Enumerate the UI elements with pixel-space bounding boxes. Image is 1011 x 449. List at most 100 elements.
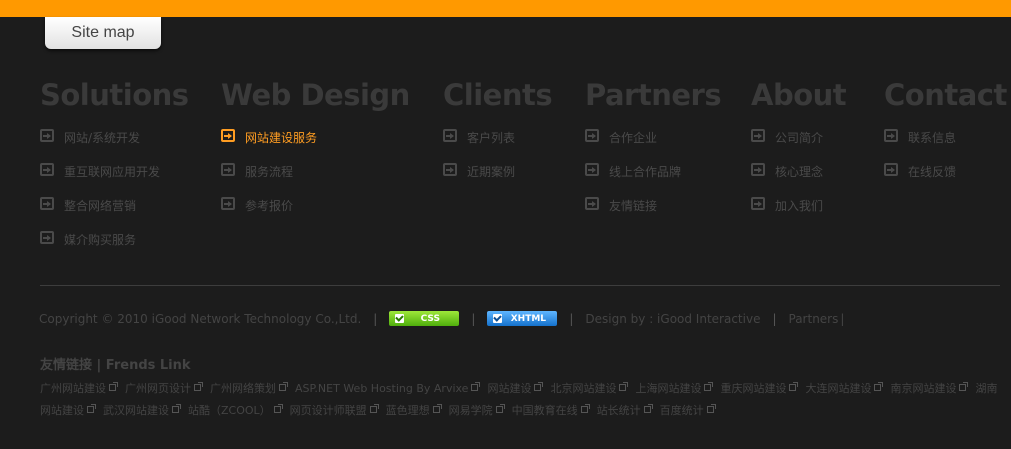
design-by-link[interactable]: Design by : iGood Interactive	[585, 312, 760, 326]
column-link-label: 公司简介	[775, 131, 824, 145]
column-link[interactable]: 友情链接	[585, 197, 721, 231]
friend-link-label: 广州网页设计	[125, 382, 191, 395]
column-link[interactable]: 在线反馈	[884, 163, 1007, 197]
external-link-icon	[273, 404, 283, 413]
friend-link-label: 广州网络策划	[210, 382, 276, 395]
column-heading[interactable]: About	[751, 78, 847, 118]
friend-link-label: ASP.NET Web Hosting By Arvixe	[295, 382, 469, 395]
enter-arrow-icon	[221, 197, 235, 210]
friend-link[interactable]: 蓝色理想	[386, 404, 449, 417]
enter-arrow-icon	[443, 129, 457, 142]
enter-arrow-icon	[443, 163, 457, 176]
friend-link-label: 北京网站建设	[550, 382, 617, 395]
external-link-icon	[704, 382, 714, 391]
separator: |	[569, 311, 574, 326]
column-link[interactable]: 近期案例	[443, 163, 552, 197]
friend-link[interactable]: 广州网络策划	[210, 382, 295, 395]
friend-link[interactable]: 南京网站建设	[890, 382, 975, 395]
external-link-icon	[432, 404, 442, 413]
column-link[interactable]: 合作企业	[585, 129, 721, 163]
friend-link[interactable]: 网页设计师联盟	[290, 404, 386, 417]
column-link[interactable]: 加入我们	[751, 197, 846, 231]
column-heading[interactable]: Web Design	[221, 78, 410, 118]
column-link-label: 加入我们	[775, 199, 824, 213]
external-link-icon	[580, 404, 590, 413]
column-link[interactable]: 网站/系统开发	[40, 129, 189, 163]
column-link-label: 参考报价	[245, 199, 294, 213]
external-link-icon	[279, 382, 288, 391]
friend-link-label: 网站建设	[487, 382, 532, 395]
external-link-icon	[789, 382, 799, 391]
column-link[interactable]: 重互联网应用开发	[40, 163, 189, 197]
column-link[interactable]: 参考报价	[221, 197, 410, 231]
friend-link[interactable]: 重庆网站建设	[720, 382, 805, 395]
friend-link[interactable]: 站酷（ZCOOL）	[188, 404, 290, 417]
column-link[interactable]: 联系信息	[884, 129, 1007, 163]
friend-link-label: 网页设计师联盟	[289, 404, 367, 417]
css-valid-badge[interactable]: CSS	[389, 311, 460, 326]
column-heading[interactable]: Contact	[884, 78, 1007, 118]
friend-link[interactable]: 武汉网站建设	[103, 404, 188, 417]
friend-link[interactable]: 北京网站建设	[550, 382, 635, 395]
friend-link-label: 中国教育在线	[511, 404, 578, 417]
separator: |	[471, 311, 476, 326]
enter-arrow-icon	[884, 129, 898, 142]
friend-link[interactable]: 大连网站建设	[805, 382, 890, 395]
enter-arrow-icon	[585, 197, 599, 210]
xhtml-valid-badge[interactable]: XHTML	[487, 311, 558, 326]
enter-arrow-icon	[751, 129, 765, 142]
column-link-label: 合作企业	[609, 131, 658, 145]
friend-link-label: 武汉网站建设	[103, 404, 169, 417]
friend-link[interactable]: 广州网页设计	[125, 382, 210, 395]
friend-link[interactable]: 上海网站建设	[635, 382, 720, 395]
friend-link-label: 重庆网站建设	[720, 382, 787, 395]
column-list: 网站建设服务服务流程参考报价	[221, 129, 410, 231]
column-link[interactable]: 公司简介	[751, 129, 846, 163]
column-list: 公司简介核心理念加入我们	[751, 129, 846, 231]
column-link[interactable]: 媒介购买服务	[40, 231, 189, 265]
enter-arrow-icon	[585, 163, 599, 176]
sitemap-button[interactable]: Site map	[45, 17, 161, 49]
friend-link[interactable]: 百度统计	[660, 404, 723, 417]
separator: |	[840, 311, 845, 326]
enter-arrow-icon	[221, 163, 235, 176]
column-link-label: 媒介购买服务	[64, 233, 137, 247]
column-contact: Contact 联系信息在线反馈	[884, 78, 1007, 197]
external-link-icon	[172, 404, 181, 413]
column-list: 网站/系统开发 重互联网应用开发 整合网络营销媒介购买服务	[40, 129, 189, 265]
friend-link-label: 南京网站建设	[890, 382, 957, 395]
friend-link-label: 站酷（ZCOOL）	[188, 404, 271, 417]
column-link[interactable]: 核心理念	[751, 163, 846, 197]
column-about: About 公司简介核心理念加入我们	[751, 78, 847, 231]
column-web-design: Web Design 网站建设服务服务流程参考报价	[221, 78, 410, 231]
column-link[interactable]: 客户列表	[443, 129, 552, 163]
friend-link[interactable]: 站长统计	[597, 404, 660, 417]
friend-link[interactable]: 中国教育在线	[512, 404, 597, 417]
friend-link-label: 蓝色理想	[385, 404, 430, 417]
column-link[interactable]: 网站建设服务	[221, 129, 410, 163]
column-heading[interactable]: Clients	[443, 78, 553, 118]
external-link-icon	[959, 382, 969, 391]
column-solutions: Solutions 网站/系统开发 重互联网应用开发 整合网络营销媒介购买服务	[40, 78, 189, 265]
column-link[interactable]: 线上合作品牌	[585, 163, 721, 197]
column-heading[interactable]: Solutions	[40, 78, 189, 118]
column-link-label: 友情链接	[609, 199, 658, 213]
column-link[interactable]: 服务流程	[221, 163, 410, 197]
friend-link[interactable]: 网易学院	[449, 404, 512, 417]
column-partners: Partners 合作企业线上合作品牌友情链接	[585, 78, 722, 231]
friend-link[interactable]: 网站建设	[487, 382, 550, 395]
partners-link[interactable]: Partners	[789, 312, 839, 326]
external-link-icon	[874, 382, 884, 391]
friend-link[interactable]: ASP.NET Web Hosting By Arvixe	[295, 382, 487, 395]
column-list: 客户列表 近期案例	[443, 129, 552, 197]
column-heading[interactable]: Partners	[585, 78, 722, 118]
separator: |	[772, 311, 777, 326]
friend-link-label: 上海网站建设	[635, 382, 702, 395]
friend-link[interactable]: 广州网站建设	[40, 382, 125, 395]
external-link-icon	[534, 382, 544, 391]
column-link-label: 网站建设服务	[245, 131, 318, 145]
column-link[interactable]: 整合网络营销	[40, 197, 189, 231]
friend-link-label: 百度统计	[659, 404, 704, 417]
column-link-label: 联系信息	[908, 131, 957, 145]
check-icon	[493, 314, 503, 323]
